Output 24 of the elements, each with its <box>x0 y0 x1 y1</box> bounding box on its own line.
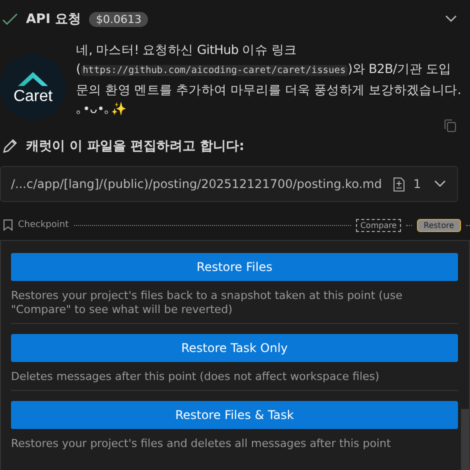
bookmark-icon <box>3 219 13 231</box>
caret-icon <box>16 70 50 88</box>
scrollbar-thumb[interactable] <box>461 409 469 470</box>
restore-button[interactable]: Restore Task Only <box>11 334 458 362</box>
inline-code: https://github.com/aicoding-caret/caret/issues <box>80 65 348 76</box>
message-text: 네, 마스터! 요청하신 GitHub 이슈 링크 ( https://github.com/aicoding-caret/caret/issues )와 B2B/기관 도입 문의 환영 멘트를 추가하여 마무리를 더욱 풍성하게 보강하겠습니다. ｡•ᴗ•｡✨ <box>76 41 462 118</box>
checkpoint-button[interactable]: Restore <box>416 218 461 232</box>
change-count: 1 <box>413 177 421 191</box>
file-path: /...c/app/[lang]/(public)/posting/202512121700/posting.ko.md <box>11 177 383 191</box>
option-description: Deletes messages after this point (does not affect workspace files) <box>11 370 380 384</box>
option-description: Restores your project's files and deletes all messages after this point <box>11 437 392 451</box>
request-title: API 요청 <box>26 11 81 28</box>
option-description: Restores your project's files back to a snapshot taken at this point (use "Compare" to see what will be reverted) <box>11 289 404 317</box>
restore-button[interactable]: Restore Files <box>11 253 458 281</box>
restore-button[interactable]: Restore Files & Task <box>11 401 458 429</box>
logo-text: Caret <box>13 88 53 104</box>
cost-badge: $0.0613 <box>88 12 148 26</box>
file-entry[interactable]: /...c/app/[lang]/(public)/posting/202512121700/posting.ko.md 1 <box>0 166 458 202</box>
checkpoint-button[interactable]: Compare <box>356 218 401 232</box>
file-diff-icon <box>393 176 406 192</box>
checkpoint-label: Checkpoint <box>18 220 69 230</box>
edit-heading: 캐럿이 이 파일을 편집하려고 합니다: <box>26 138 244 155</box>
pencil-icon <box>2 138 18 154</box>
copy-icon[interactable] <box>444 119 456 132</box>
